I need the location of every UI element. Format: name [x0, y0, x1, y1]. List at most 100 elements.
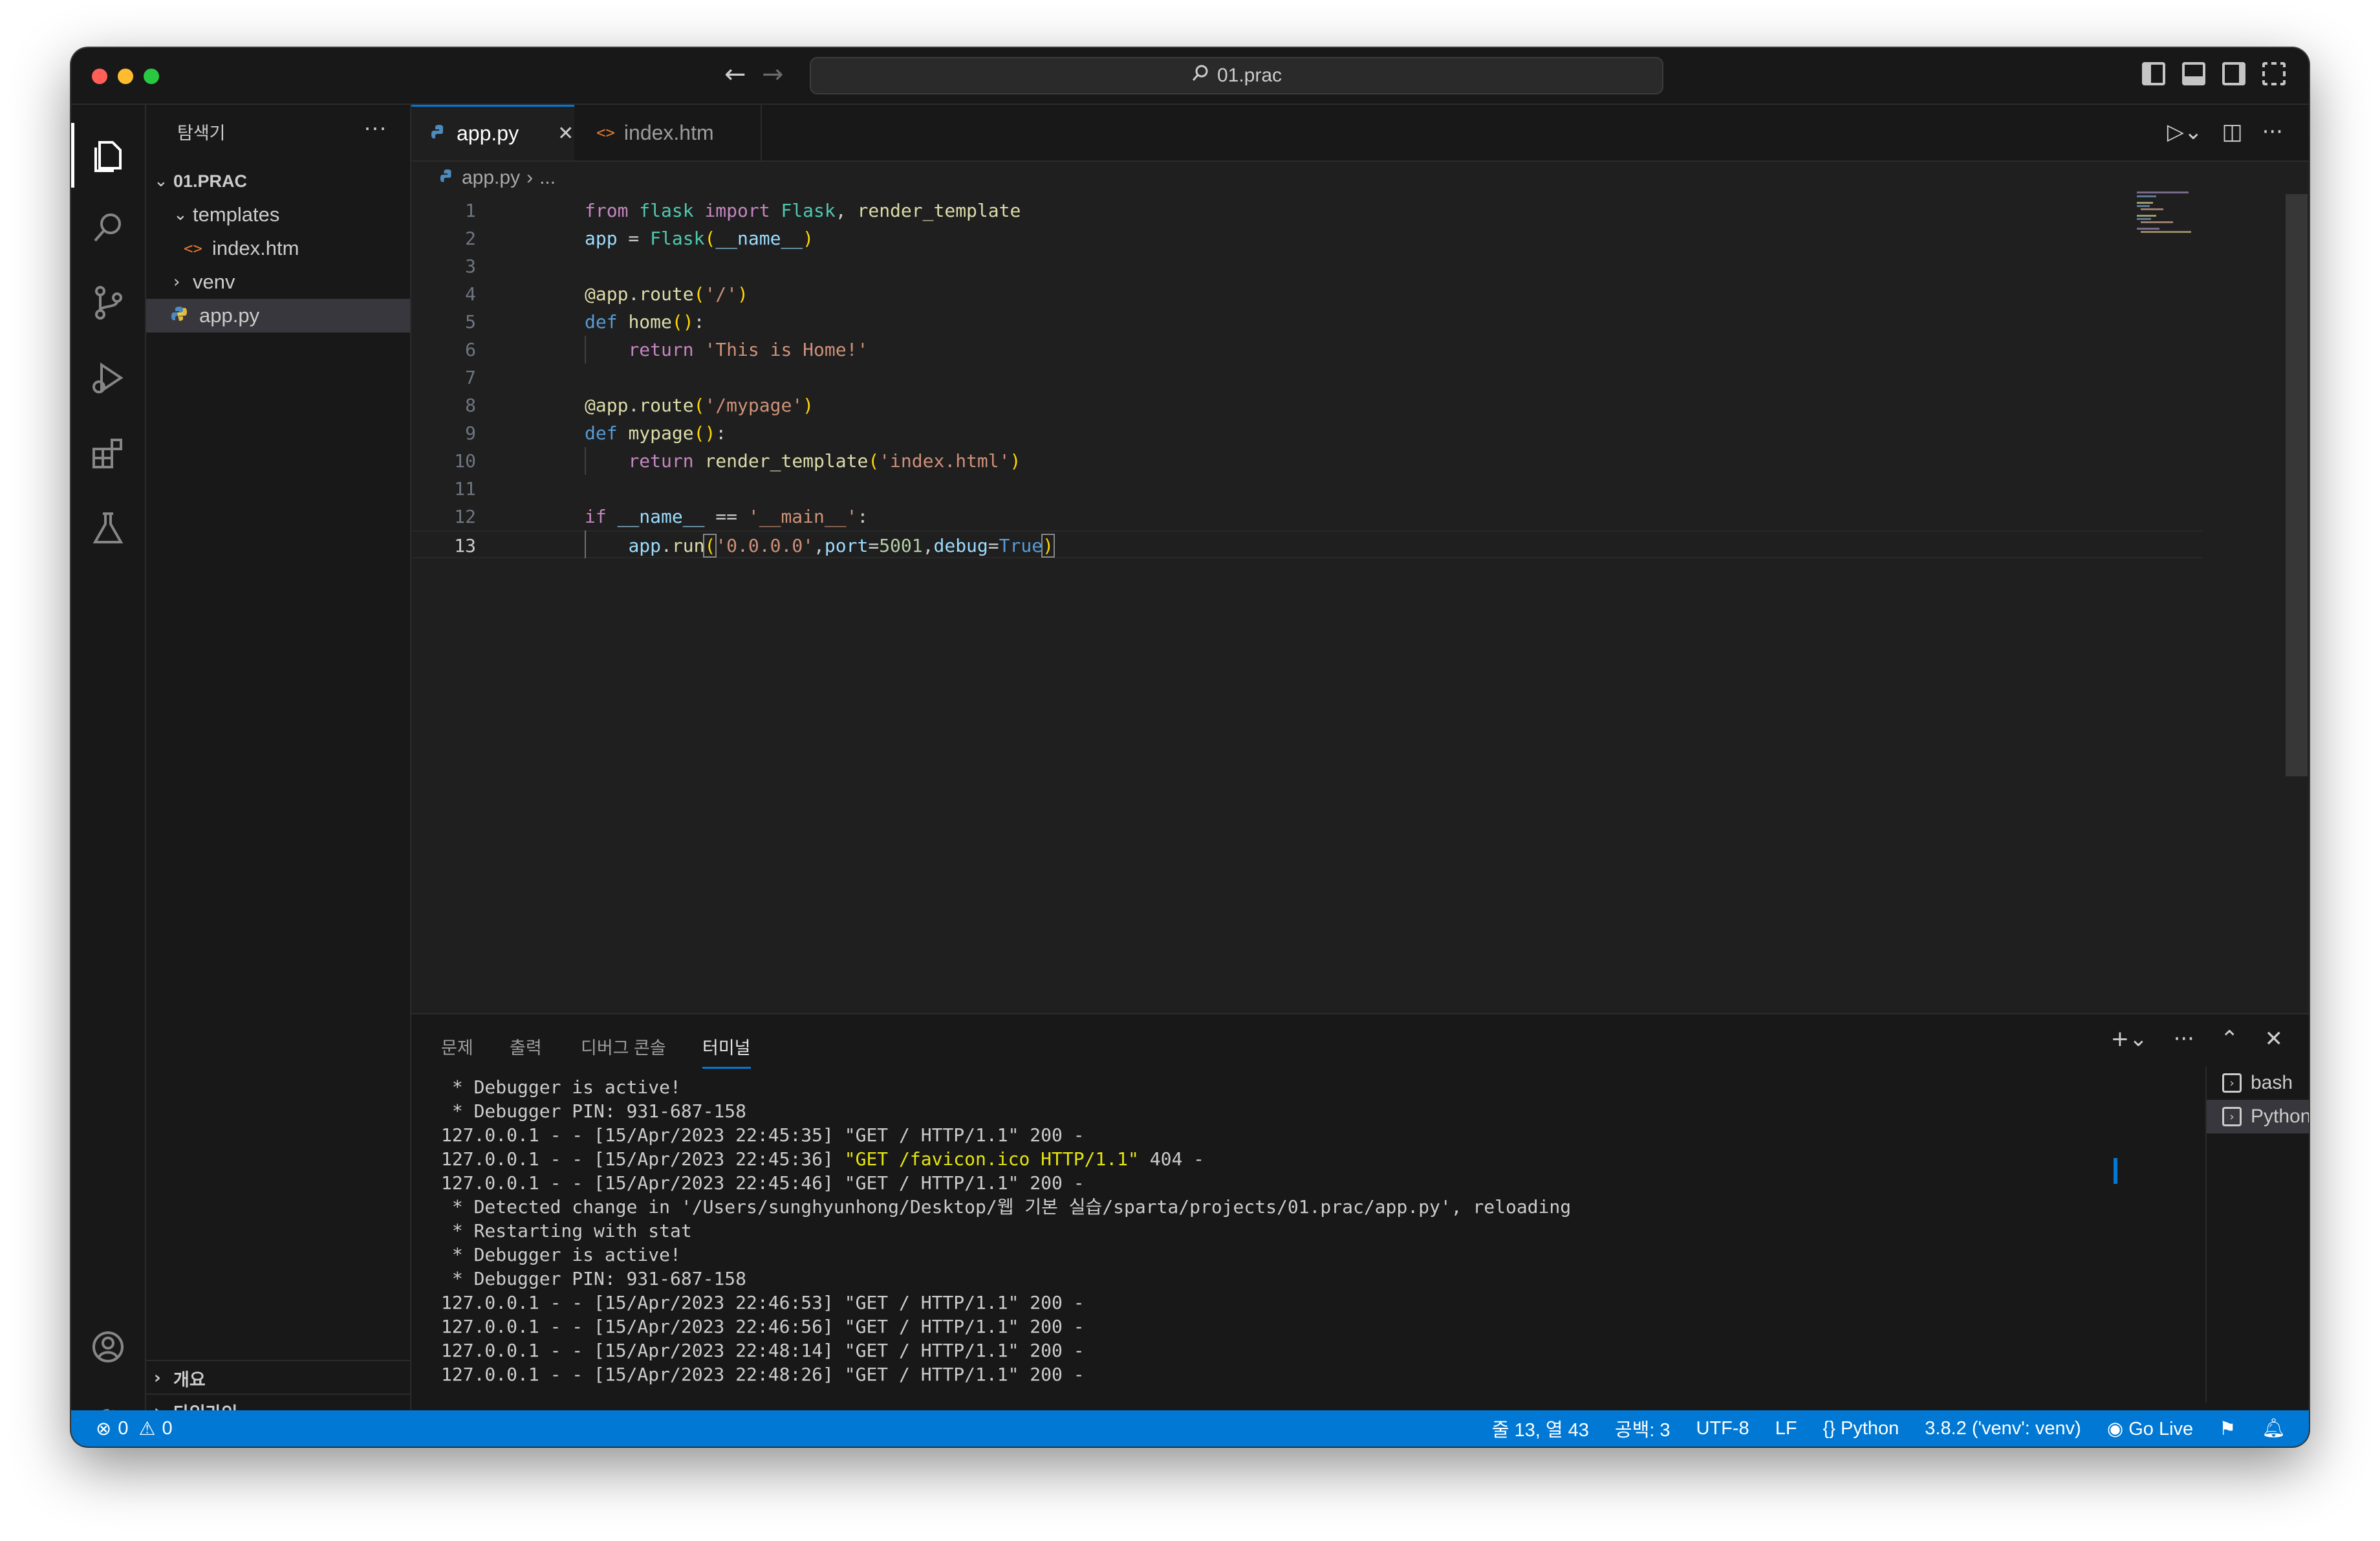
tab-output[interactable]: 출력 [510, 1034, 542, 1059]
editor-tabs: app.py ✕ <> index.htm ▷⌄ ◫ ··· [411, 105, 2309, 162]
broadcast-icon: ◉ [2106, 1418, 2124, 1439]
line-number: 4 [465, 283, 476, 305]
explorer-title: 탐색기 [177, 124, 226, 143]
breadcrumb-file[interactable]: app.py [462, 167, 520, 189]
customize-layout-icon[interactable] [2262, 62, 2286, 85]
tab-app-py[interactable]: app.py ✕ [411, 105, 574, 160]
tree-item-label: templates [193, 203, 280, 226]
terminal-line: 127.0.0.1 - - [15/Apr/2023 22:48:26] "GE… [441, 1364, 1085, 1385]
activity-bar: 1 [71, 105, 146, 1447]
new-terminal-icon[interactable]: +⌄ [2111, 1026, 2148, 1052]
tab-debug-console[interactable]: 디버그 콘솔 [581, 1034, 666, 1059]
toggle-primary-sidebar-icon[interactable] [2142, 62, 2165, 85]
more-actions-icon[interactable]: ··· [2262, 119, 2283, 145]
chevron-down-icon: ⌄ [173, 205, 188, 224]
folder-01-prac[interactable]: ⌄ 01.PRAC [146, 164, 410, 198]
more-actions-icon[interactable]: ··· [363, 114, 387, 141]
split-editor-icon[interactable]: ◫ [2222, 119, 2242, 145]
terminal-item-python[interactable]: › Python [2207, 1100, 2309, 1133]
python-interpreter[interactable]: 3.8.2 ('venv': venv) [1925, 1418, 2081, 1439]
tab-problems[interactable]: 문제 [441, 1034, 473, 1059]
terminal-highlight: "GET /favicon.ico HTTP/1.1" [844, 1148, 1139, 1170]
panel-actions: +⌄ ··· ⌃ ✕ [2111, 1026, 2283, 1052]
source-control-icon[interactable] [71, 270, 145, 335]
tab-index-htm[interactable]: <> index.htm [574, 105, 762, 160]
line-number: 5 [465, 311, 476, 333]
tab-terminal[interactable]: 터미널 [702, 1034, 751, 1069]
code-line: @app.route('/mypage') [585, 395, 814, 416]
close-window-button[interactable] [92, 69, 107, 84]
feedback-icon[interactable]: ⚑ [2219, 1417, 2236, 1440]
outline-section[interactable]: › 개요 [146, 1360, 410, 1395]
html-file-icon: <> [596, 124, 615, 142]
terminal-output[interactable]: * Debugger is active! * Debugger PIN: 93… [441, 1075, 2071, 1386]
breadcrumb-symbols[interactable]: ... [539, 167, 556, 189]
outline-label: 개요 [173, 1370, 206, 1390]
tree-item-index-htm[interactable]: <> index.htm [146, 232, 410, 265]
tab-label: index.htm [623, 120, 714, 144]
terminal-line: * Debugger is active! [441, 1244, 681, 1265]
close-tab-icon[interactable]: ✕ [557, 122, 574, 145]
code-line: from flask import Flask, render_template [585, 200, 1021, 221]
command-center-search[interactable]: 01.prac [810, 57, 1663, 94]
extensions-icon[interactable] [71, 421, 145, 485]
tree-item-label: index.htm [212, 237, 299, 259]
tree-item-label: venv [193, 270, 235, 293]
explorer-sidebar: 탐색기 ··· ⌄ 01.PRAC ⌄ templates <> index.h… [146, 105, 411, 1423]
line-number: 9 [465, 422, 476, 444]
end-of-line[interactable]: LF [1775, 1418, 1797, 1439]
close-panel-icon[interactable]: ✕ [2265, 1026, 2284, 1052]
line-number: 2 [465, 228, 476, 249]
terminal-line: * Debugger is active! [441, 1077, 681, 1098]
code-line: app = Flask(__name__) [585, 228, 814, 249]
forward-arrow-icon[interactable]: → [762, 60, 784, 89]
html-file-icon: <> [184, 239, 202, 257]
language-mode[interactable]: {} Python [1823, 1418, 1899, 1439]
language-label: Python [1840, 1417, 1899, 1439]
line-number: 13 [454, 535, 476, 556]
warning-count: 0 [162, 1417, 173, 1439]
indent-guide [585, 447, 586, 475]
terminal-icon: › [2222, 1073, 2242, 1093]
minimize-window-button[interactable] [118, 69, 133, 84]
toggle-secondary-sidebar-icon[interactable] [2222, 62, 2245, 85]
explorer-icon[interactable] [71, 123, 145, 188]
error-count: 0 [118, 1417, 129, 1439]
chevron-down-icon: ⌄ [154, 171, 168, 191]
editor-actions: ▷⌄ ◫ ··· [2167, 119, 2283, 145]
minimap[interactable] [2137, 190, 2195, 235]
tree-item-venv[interactable]: › venv [146, 265, 410, 299]
layout-controls [2142, 62, 2286, 85]
toggle-panel-icon[interactable] [2182, 62, 2205, 85]
terminal-text: 127.0.0.1 - - [15/Apr/2023 22:45:36] [441, 1148, 845, 1170]
tree-item-templates[interactable]: ⌄ templates [146, 198, 410, 232]
tree-item-label: app.py [199, 304, 260, 327]
back-arrow-icon[interactable]: ← [724, 60, 746, 89]
editor-scrollbar[interactable] [2286, 194, 2308, 776]
run-python-file-icon[interactable]: ▷⌄ [2167, 119, 2203, 145]
chevron-right-icon: › [526, 167, 534, 188]
code-line: @app.route('/') [585, 283, 748, 305]
cursor-position[interactable]: 줄 13, 열 43 [1492, 1415, 1589, 1442]
tree-item-app-py[interactable]: app.py [146, 299, 410, 333]
bell-icon[interactable]: 🔔︎ [2262, 1417, 2286, 1439]
zoom-window-button[interactable] [144, 69, 159, 84]
encoding[interactable]: UTF-8 [1696, 1418, 1749, 1439]
indentation[interactable]: 공백: 3 [1615, 1415, 1671, 1442]
problems-status[interactable]: ⊗ 0 ⚠ 0 [96, 1410, 173, 1447]
terminal-scroll-marker [2114, 1158, 2117, 1184]
testing-icon[interactable] [71, 496, 145, 560]
maximize-panel-icon[interactable]: ⌃ [2220, 1026, 2239, 1052]
terminal-name: bash [2251, 1072, 2293, 1093]
search-icon[interactable] [71, 195, 145, 260]
more-actions-icon[interactable]: ··· [2174, 1026, 2194, 1052]
terminal-name: Python [2251, 1106, 2309, 1127]
accounts-icon[interactable] [71, 1315, 145, 1379]
terminal-item-bash[interactable]: › bash [2207, 1066, 2309, 1100]
code-editor[interactable]: 1 from flask import Flask, render_templat… [411, 186, 2309, 1060]
terminal-line: * Detected change in '/Users/sunghyunhon… [441, 1196, 1572, 1218]
run-and-debug-icon[interactable] [71, 345, 145, 410]
go-live-button[interactable]: ◉ Go Live [2107, 1417, 2193, 1440]
terminal-line: * Debugger PIN: 931-687-158 [441, 1100, 747, 1122]
line-number: 12 [454, 506, 476, 527]
